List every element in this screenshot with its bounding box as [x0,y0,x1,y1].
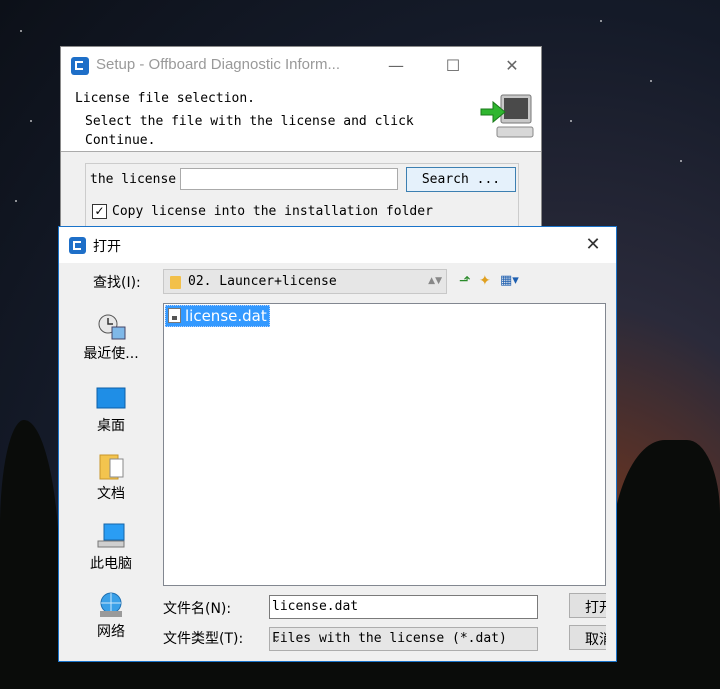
desktop-icon [96,385,126,413]
minimize-button[interactable]: — [381,53,411,79]
file-type-label: 文件类型(T): [163,631,244,647]
maximize-button[interactable]: ☐ [438,53,468,79]
recent-icon [96,313,126,341]
places-bar: 最近使... 桌面 文档 此电脑 网络 [59,303,159,643]
open-button[interactable]: 打开 [569,593,606,618]
up-folder-icon[interactable]: ⬏ [459,273,471,289]
app-icon [69,237,86,254]
file-name: license.dat [185,307,267,325]
place-label: 最近使... [83,346,139,362]
close-button[interactable]: ✕ [497,53,527,79]
documents-icon [96,453,126,481]
setup-instruction: Select the file with the license and cli… [85,114,414,148]
dialog-close-button[interactable]: ✕ [578,232,608,258]
look-in-value: 02. Launcer+license [188,274,337,289]
setup-title: Setup - Offboard Diagnostic Inform... [96,56,341,73]
cancel-button-label: 取消 [585,632,606,648]
view-menu-icon[interactable]: ▦▾ [500,273,519,289]
dialog-titlebar[interactable]: 打开 ✕ [59,227,616,263]
place-network[interactable]: 网络 [59,591,163,641]
open-button-label: 打开 [585,600,606,616]
dialog-buttons: 打开 取消 [569,593,606,653]
setup-titlebar[interactable]: Setup - Offboard Diagnostic Inform... — … [61,47,541,85]
file-name-value: license.dat [272,599,359,614]
file-type-select[interactable]: Files with the license (*.dat) ⌄ [269,627,538,651]
place-computer[interactable]: 此电脑 [59,523,163,573]
open-file-dialog: 打开 ✕ 查找(I): 02. Launcer+license ▲▼ ⬏ ✦ ▦… [58,226,617,662]
dialog-title: 打开 [93,239,121,255]
place-desktop[interactable]: 桌面 [59,385,163,435]
list-item[interactable]: license.dat [165,305,270,327]
folder-icon [170,276,181,289]
place-label: 此电脑 [90,556,132,572]
file-list[interactable]: license.dat [163,303,606,586]
look-in-label: 查找(I): [93,275,141,291]
computer-icon [96,523,126,551]
app-icon [71,57,89,75]
file-icon [168,308,181,323]
chevron-down-icon: ▲▼ [428,276,442,286]
place-recent[interactable]: 最近使... [59,313,163,363]
network-icon [96,591,126,619]
cancel-button[interactable]: 取消 [569,625,606,650]
license-label: the license [90,172,177,187]
place-label: 文档 [97,486,125,502]
copy-license-checkbox[interactable]: ✓ [92,204,107,219]
place-label: 网络 [97,624,125,640]
file-name-label: 文件名(N): [163,601,232,617]
chevron-down-icon: ⌄ [272,632,282,645]
copy-license-label[interactable]: Copy license into the installation folde… [112,204,433,219]
search-button[interactable]: Search ... [406,167,516,192]
setup-heading: License file selection. [75,91,256,106]
setup-header: License file selection. Select the file … [61,85,541,152]
new-folder-icon[interactable]: ✦ [479,273,491,289]
license-input[interactable] [180,168,398,190]
look-in-combo[interactable]: 02. Launcer+license ▲▼ [163,269,447,294]
place-documents[interactable]: 文档 [59,453,163,503]
computer-arrow-icon [480,94,534,138]
place-label: 桌面 [97,418,125,434]
file-name-input[interactable]: license.dat [269,595,538,619]
setup-window: Setup - Offboard Diagnostic Inform... — … [60,46,542,246]
